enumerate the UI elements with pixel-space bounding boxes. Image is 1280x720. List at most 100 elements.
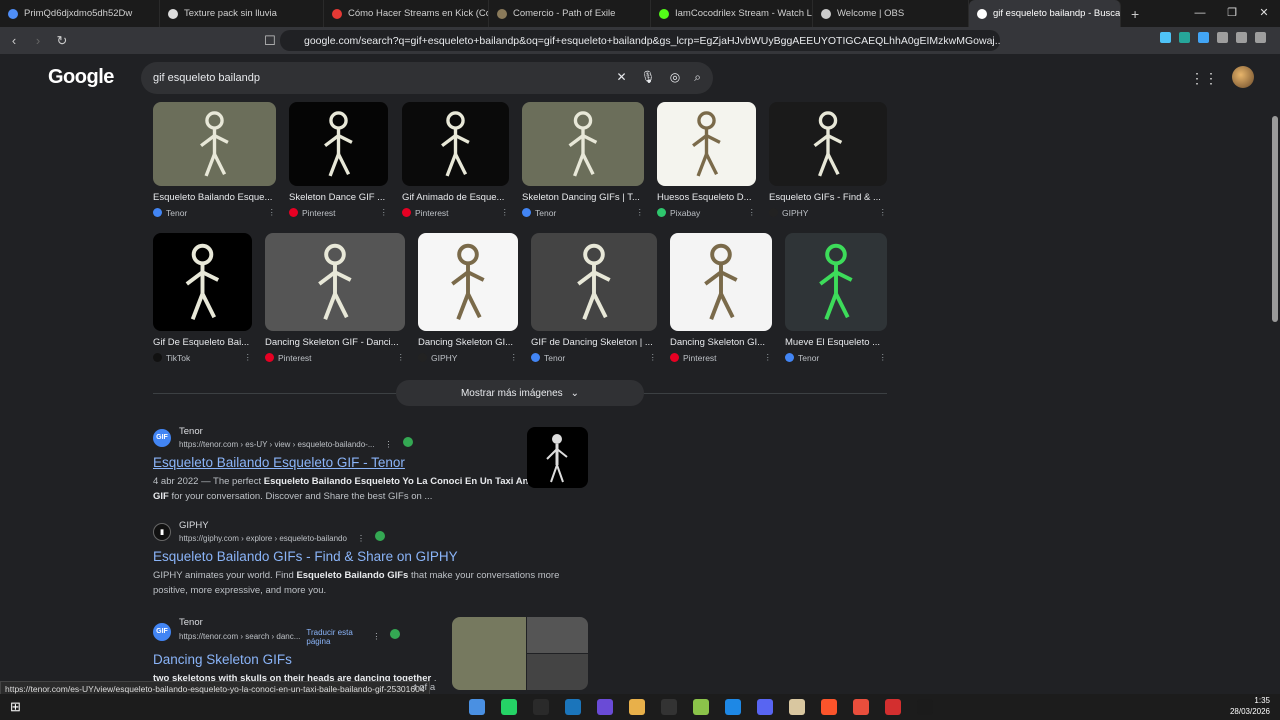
minimize-icon[interactable]: — xyxy=(1184,0,1216,27)
reload-icon[interactable]: ↻ xyxy=(52,33,72,49)
google-logo[interactable]: Google xyxy=(48,66,114,89)
image-result-card[interactable]: Gif De Esqueleto Bai... TikTok ⋮ xyxy=(153,233,252,363)
maximize-icon[interactable]: ❐ xyxy=(1216,0,1248,27)
result-title-link[interactable]: Dancing Skeleton GIFs xyxy=(153,652,443,667)
windows-start-icon[interactable]: ⊞ xyxy=(10,699,21,715)
translate-link[interactable]: Traducir esta página xyxy=(306,628,362,646)
image-thumbnail[interactable] xyxy=(670,233,772,331)
kebab-icon[interactable]: ⋮ xyxy=(879,352,888,363)
kebab-icon[interactable]: ⋮ xyxy=(268,207,277,218)
kebab-icon[interactable]: ⋮ xyxy=(397,352,406,363)
taskbar-app-icon[interactable] xyxy=(884,699,901,715)
new-tab-icon[interactable]: + xyxy=(1121,6,1149,22)
back-icon[interactable]: ‹ xyxy=(4,33,24,48)
image-result-card[interactable]: Dancing Skeleton GI... Pinterest ⋮ xyxy=(670,233,772,363)
taskbar-app-icon[interactable] xyxy=(500,699,517,715)
extension-icon[interactable] xyxy=(1179,32,1190,43)
image-title[interactable]: Huesos Esqueleto D... xyxy=(657,192,756,203)
browser-tab[interactable]: IamCocodrilex Stream - Watch Live o xyxy=(651,0,813,27)
browser-tab[interactable]: gif esqueleto bailandp - Buscar✕ xyxy=(969,0,1121,27)
image-title[interactable]: Mueve El Esqueleto ... xyxy=(785,337,887,348)
apps-grid-icon[interactable]: ⋮⋮ xyxy=(1190,70,1218,87)
microphone-icon[interactable]: 🎙 xyxy=(641,70,656,85)
image-result-card[interactable]: Gif Animado de Esque... Pinterest ⋮ xyxy=(402,102,509,218)
address-bar[interactable]: google.com/search?q=gif+esqueleto+bailan… xyxy=(280,30,1000,51)
kebab-icon[interactable]: ⋮ xyxy=(372,632,380,641)
image-thumbnail[interactable] xyxy=(785,233,887,331)
kebab-icon[interactable]: ⋮ xyxy=(244,352,253,363)
bookmark-icon[interactable]: ☐ xyxy=(260,33,280,49)
taskbar-app-icon[interactable] xyxy=(532,699,549,715)
image-result-card[interactable]: GIF de Dancing Skeleton | ... Tenor ⋮ xyxy=(531,233,657,363)
kebab-icon[interactable]: ⋮ xyxy=(380,207,389,218)
taskbar-app-icon[interactable] xyxy=(756,699,773,715)
kebab-icon[interactable]: ⋮ xyxy=(879,207,888,218)
result-url[interactable]: https://tenor.com › search › danc... Trad… xyxy=(179,628,401,646)
image-title[interactable]: Esqueleto Bailando Esque... xyxy=(153,192,276,203)
image-result-card[interactable]: Esqueleto GIFs - Find & ... GIPHY ⋮ xyxy=(769,102,887,218)
image-result-card[interactable]: Mueve El Esqueleto ... Tenor ⋮ xyxy=(785,233,887,363)
image-title[interactable]: Esqueleto GIFs - Find & ... xyxy=(769,192,887,203)
image-thumbnail[interactable] xyxy=(531,233,657,331)
taskbar-app-icon[interactable] xyxy=(724,699,741,715)
image-thumbnail[interactable] xyxy=(769,102,887,186)
clear-icon[interactable]: ✕ xyxy=(616,70,626,85)
scrollbar-thumb[interactable] xyxy=(1272,116,1278,322)
image-thumbnail[interactable] xyxy=(657,102,756,186)
image-thumbnail[interactable] xyxy=(418,233,518,331)
result-title-link[interactable]: Esqueleto Bailando GIFs - Find & Share o… xyxy=(153,549,573,564)
kebab-icon[interactable]: ⋮ xyxy=(510,352,519,363)
kebab-icon[interactable]: ⋮ xyxy=(385,440,393,449)
kebab-icon[interactable]: ⋮ xyxy=(748,207,757,218)
taskbar-app-icon[interactable] xyxy=(820,699,837,715)
forward-icon[interactable]: › xyxy=(28,33,48,48)
kebab-icon[interactable]: ⋮ xyxy=(501,207,510,218)
image-title[interactable]: Dancing Skeleton GI... xyxy=(670,337,772,348)
extension-icon[interactable] xyxy=(1160,32,1171,43)
kebab-icon[interactable]: ⋮ xyxy=(764,352,773,363)
search-icon[interactable]: ⌕ xyxy=(694,70,701,85)
taskbar-app-icon[interactable] xyxy=(852,699,869,715)
taskbar-app-icon[interactable] xyxy=(628,699,645,715)
image-result-card[interactable]: Huesos Esqueleto D... Pixabay ⋮ xyxy=(657,102,756,218)
image-result-card[interactable]: Skeleton Dancing GIFs | T... Tenor ⋮ xyxy=(522,102,644,218)
image-title[interactable]: Skeleton Dance GIF ... xyxy=(289,192,388,203)
image-thumbnail[interactable] xyxy=(289,102,388,186)
result-title-link[interactable]: Esqueleto Bailando Esqueleto GIF - Tenor xyxy=(153,455,573,470)
taskbar-app-icon[interactable] xyxy=(564,699,581,715)
browser-tab[interactable]: Welcome | OBS xyxy=(813,0,969,27)
taskbar-app-icon[interactable] xyxy=(468,699,485,715)
result-url[interactable]: https://giphy.com › explore › esqueleto-… xyxy=(179,531,385,543)
image-thumbnail[interactable] xyxy=(402,102,509,186)
image-result-card[interactable]: Dancing Skeleton GIF - Danci... Pinterest… xyxy=(265,233,405,363)
menu-icon[interactable] xyxy=(1255,32,1266,43)
image-result-card[interactable]: Esqueleto Bailando Esque... Tenor ⋮ xyxy=(153,102,276,218)
result-thumbnail[interactable] xyxy=(527,617,588,653)
sidebar-icon[interactable] xyxy=(1236,32,1247,43)
image-result-card[interactable]: Skeleton Dance GIF ... Pinterest ⋮ xyxy=(289,102,388,218)
more-images-button[interactable]: Mostrar más imágenes ⌄ xyxy=(396,380,644,406)
system-clock[interactable]: 1:35 28/03/2026 xyxy=(1230,695,1270,717)
avatar[interactable] xyxy=(1232,66,1254,88)
browser-tab[interactable]: Cómo Hacer Streams en Kick (Config xyxy=(324,0,489,27)
taskbar-app-icon[interactable] xyxy=(692,699,709,715)
kebab-icon[interactable]: ⋮ xyxy=(357,534,365,543)
image-title[interactable]: Gif Animado de Esque... xyxy=(402,192,509,203)
scrollbar[interactable] xyxy=(1270,54,1280,694)
browser-tab[interactable]: PrimQd6djxdmo5dh52Dw xyxy=(0,0,160,27)
image-thumbnail[interactable] xyxy=(265,233,405,331)
result-url[interactable]: https://tenor.com › es-UY › view › esque… xyxy=(179,437,413,449)
image-thumbnail[interactable] xyxy=(522,102,644,186)
taskbar-app-icon[interactable] xyxy=(788,699,805,715)
result-thumbnail[interactable] xyxy=(527,427,588,488)
image-title[interactable]: Dancing Skeleton GI... xyxy=(418,337,518,348)
taskbar-app-icon[interactable] xyxy=(596,699,613,715)
image-title[interactable]: Gif De Esqueleto Bai... xyxy=(153,337,252,348)
download-icon[interactable] xyxy=(1198,32,1209,43)
close-window-icon[interactable]: ✕ xyxy=(1248,0,1280,27)
image-thumbnail[interactable] xyxy=(153,233,252,331)
lens-icon[interactable]: ◎ xyxy=(670,70,680,85)
search-input[interactable]: gif esqueleto bailandp ✕ 🎙 ◎ ⌕ xyxy=(141,62,713,94)
image-title[interactable]: Skeleton Dancing GIFs | T... xyxy=(522,192,644,203)
image-result-card[interactable]: Dancing Skeleton GI... GIPHY ⋮ xyxy=(418,233,518,363)
